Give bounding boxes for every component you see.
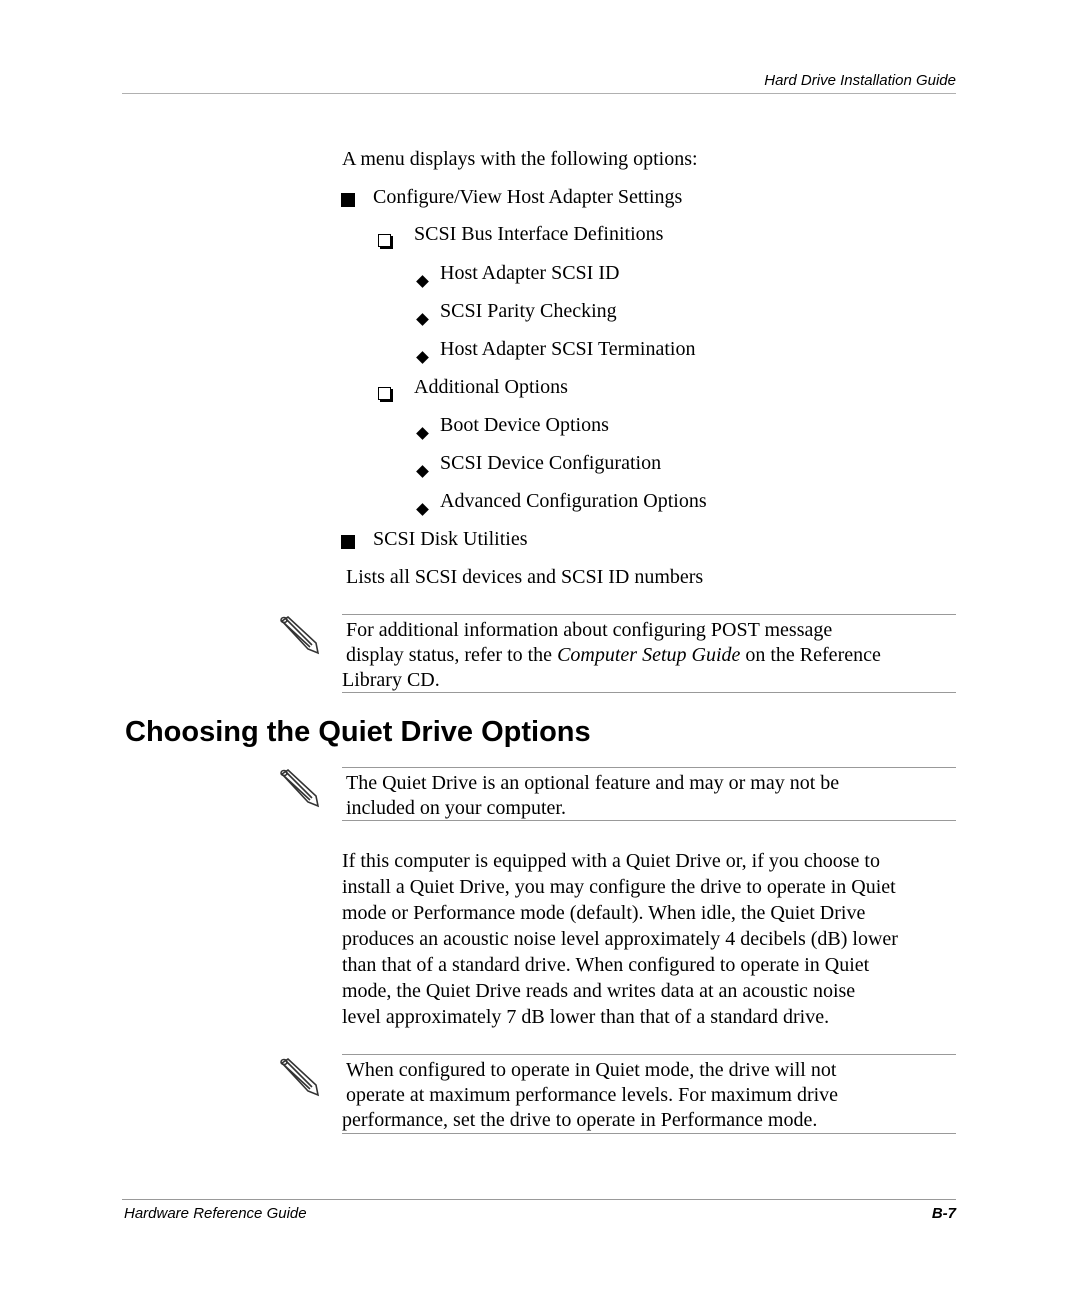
paragraph-line: produces an acoustic noise level approxi… xyxy=(342,928,898,950)
note3-line1: When configured to operate in Quiet mode… xyxy=(346,1059,837,1081)
section-heading: Choosing the Quiet Drive Options xyxy=(125,716,591,748)
note1-line2-post: on the Reference xyxy=(740,644,881,666)
paragraph-line: level approximately 7 dB lower than that… xyxy=(342,1006,830,1028)
option-termination: Host Adapter SCSI Termination xyxy=(440,338,696,360)
diamond-bullet-icon xyxy=(416,305,429,331)
note2-line1: The Quiet Drive is an optional feature a… xyxy=(346,772,840,794)
diamond-bullet-icon xyxy=(416,267,429,293)
submenu-scsi-bus: SCSI Bus Interface Definitions xyxy=(414,223,664,245)
box-bullet-icon xyxy=(378,381,391,407)
diamond-bullet-icon xyxy=(416,419,429,445)
option-boot-device: Boot Device Options xyxy=(440,414,609,436)
submenu-additional-options: Additional Options xyxy=(414,376,568,398)
page-number: B-7 xyxy=(931,1205,956,1222)
pencil-note-icon xyxy=(280,615,320,655)
footer-guide-title: Hardware Reference Guide xyxy=(124,1205,307,1222)
diamond-bullet-icon xyxy=(416,457,429,483)
option-device-config: SCSI Device Configuration xyxy=(440,452,662,474)
diamond-bullet-icon xyxy=(416,495,429,521)
note1-line2-pre: display status, refer to the xyxy=(346,644,558,666)
pencil-note-icon xyxy=(280,1057,320,1097)
paragraph-line: mode or Performance mode (default). When… xyxy=(342,902,866,924)
disk-utilities-description: Lists all SCSI devices and SCSI ID numbe… xyxy=(346,566,704,588)
paragraph-line: than that of a standard drive. When conf… xyxy=(342,954,870,976)
intro-text: A menu displays with the following optio… xyxy=(342,148,698,170)
running-header: Hard Drive Installation Guide xyxy=(122,72,956,94)
note-bottom-rule xyxy=(342,820,956,821)
note-bottom-rule xyxy=(342,692,956,693)
paragraph-line: install a Quiet Drive, you may configure… xyxy=(342,876,896,898)
paragraph-line: If this computer is equipped with a Quie… xyxy=(342,850,880,872)
menu-item-disk-utilities: SCSI Disk Utilities xyxy=(373,528,528,550)
note-top-rule xyxy=(342,767,956,768)
note3-line3: performance, set the drive to operate in… xyxy=(342,1109,818,1131)
note-top-rule xyxy=(342,1054,956,1055)
paragraph-line: mode, the Quiet Drive reads and writes d… xyxy=(342,980,856,1002)
box-bullet-icon xyxy=(378,228,391,254)
note3-line2: operate at maximum performance levels. F… xyxy=(346,1084,839,1106)
note1-line3: Library CD. xyxy=(342,669,440,691)
option-parity-checking: SCSI Parity Checking xyxy=(440,300,617,322)
footer-rule xyxy=(122,1199,956,1200)
computer-setup-guide-ref: Computer Setup Guide xyxy=(557,644,741,666)
note-top-rule xyxy=(342,614,956,615)
square-bullet-icon xyxy=(341,188,355,214)
note1-line1: For additional information about configu… xyxy=(346,619,833,641)
note1-line2: display status, refer to the Computer Se… xyxy=(346,642,881,668)
square-bullet-icon xyxy=(341,530,355,556)
pencil-note-icon xyxy=(280,768,320,808)
note2-line2: included on your computer. xyxy=(346,797,566,819)
option-host-adapter-id: Host Adapter SCSI ID xyxy=(440,262,620,284)
diamond-bullet-icon xyxy=(416,343,429,369)
option-advanced-config: Advanced Configuration Options xyxy=(440,490,707,512)
note-bottom-rule xyxy=(342,1133,956,1134)
menu-item-configure: Configure/View Host Adapter Settings xyxy=(373,186,683,208)
